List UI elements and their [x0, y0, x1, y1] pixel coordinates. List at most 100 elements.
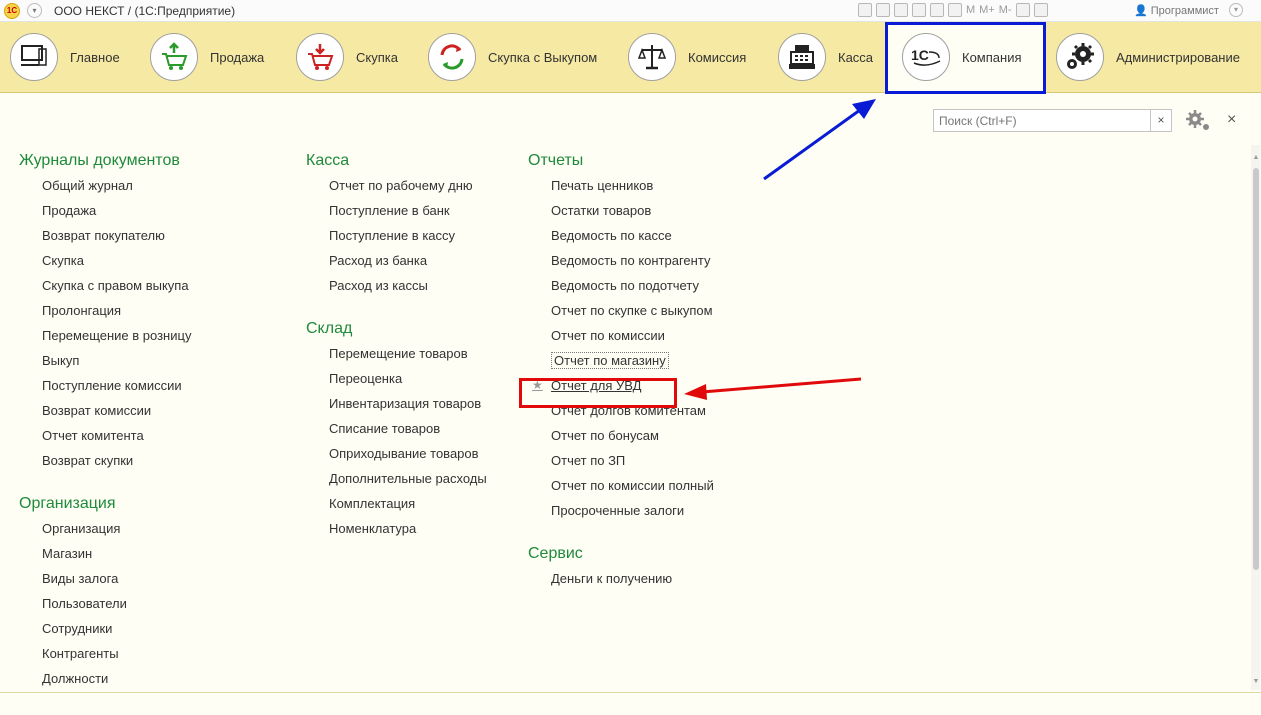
link-workday-report[interactable]: Отчет по рабочему дню — [306, 173, 487, 198]
memory-button[interactable]: M — [966, 3, 975, 19]
link-police-report[interactable]: ★ Отчет для УВД — [528, 373, 714, 398]
link-bank-receipt[interactable]: Поступление в банк — [306, 198, 487, 223]
settings-gear-icon[interactable] — [1185, 109, 1211, 133]
link-organization[interactable]: Организация — [19, 516, 191, 541]
section-commission[interactable]: Комиссия — [628, 22, 746, 92]
link-buyback-report[interactable]: Отчет по скупке с выкупом — [528, 298, 714, 323]
link-nomenclature[interactable]: Номенклатура — [306, 516, 487, 541]
link-price-tags[interactable]: Печать ценников — [528, 173, 714, 198]
section-label: Компания — [962, 49, 1022, 65]
link-commission-receipt[interactable]: Поступление комиссии — [19, 373, 191, 398]
link-posting[interactable]: Оприходывание товаров — [306, 441, 487, 466]
link-customer-return[interactable]: Возврат покупателю — [19, 223, 191, 248]
group-title-service: Сервис — [528, 545, 583, 562]
link-pledge-types[interactable]: Виды залога — [19, 566, 191, 591]
cash-register-icon — [778, 33, 826, 81]
link-shop-report[interactable]: Отчет по магазину — [528, 348, 714, 373]
link-cash-statement[interactable]: Ведомость по кассе — [528, 223, 714, 248]
link-bonus-report[interactable]: Отчет по бонусам — [528, 423, 714, 448]
group-title-organization: Организация — [19, 495, 116, 512]
section-cash[interactable]: Касса — [778, 22, 873, 92]
link-committent-debts[interactable]: Отчет долгов комитентам — [528, 398, 714, 423]
link-cash-receipt[interactable]: Поступление в кассу — [306, 223, 487, 248]
link-shop[interactable]: Магазин — [19, 541, 191, 566]
link-revaluation[interactable]: Переоценка — [306, 366, 487, 391]
link-prolongation[interactable]: Пролонгация — [19, 298, 191, 323]
title-bar: 1С ▾ ООО НЕКСТ / (1С:Предприятие) M M+ M… — [0, 0, 1261, 22]
search-clear-button[interactable]: × — [1150, 109, 1172, 132]
link-money-receivable[interactable]: Деньги к получению — [528, 566, 714, 591]
link-employees[interactable]: Сотрудники — [19, 616, 191, 641]
link-committent-report[interactable]: Отчет комитента — [19, 423, 191, 448]
link-commission-return[interactable]: Возврат комиссии — [19, 398, 191, 423]
link-commission-report[interactable]: Отчет по комиссии — [528, 323, 714, 348]
zoom-icon[interactable] — [1015, 3, 1030, 17]
section-sales[interactable]: Продажа — [150, 22, 264, 92]
scroll-down-icon[interactable]: ▼ — [1252, 678, 1260, 686]
section-label: Комиссия — [688, 49, 747, 65]
bottom-border — [0, 692, 1261, 693]
section-label: Продажа — [210, 49, 265, 65]
link-goods-transfer[interactable]: Перемещение товаров — [306, 341, 487, 366]
memory-minus-button[interactable]: M- — [999, 3, 1012, 19]
section-company[interactable]: 1C Компания — [888, 22, 1043, 92]
main-menu-icon[interactable]: ▾ — [27, 3, 42, 18]
group-title-reports: Отчеты — [528, 152, 584, 169]
save-icon[interactable] — [858, 3, 872, 17]
preview-icon[interactable] — [912, 3, 926, 17]
section-administration[interactable]: Администрирование — [1056, 22, 1240, 92]
link-general-journal[interactable]: Общий журнал — [19, 173, 191, 198]
link-overdue-pledges[interactable]: Просроченные залоги — [528, 498, 714, 523]
memory-plus-button[interactable]: M+ — [979, 3, 995, 19]
link-counterparty-statement[interactable]: Ведомость по контрагенту — [528, 248, 714, 273]
link-counterparties[interactable]: Контрагенты — [19, 641, 191, 666]
cart-up-icon — [150, 33, 198, 81]
app-logo-icon[interactable]: 1С — [4, 3, 20, 19]
section-purchase[interactable]: Скупка — [296, 22, 398, 92]
search-input[interactable] — [933, 109, 1151, 132]
cycle-arrows-icon — [428, 33, 476, 81]
section-label: Касса — [838, 49, 874, 65]
link-full-commission-report[interactable]: Отчет по комиссии полный — [528, 473, 714, 498]
link-inventory[interactable]: Инвентаризация товаров — [306, 391, 487, 416]
link-users[interactable]: Пользователи — [19, 591, 191, 616]
link-buyout[interactable]: Выкуп — [19, 348, 191, 373]
column-reports-service: Отчеты Печать ценников Остатки товаров В… — [528, 148, 714, 591]
link-purchase-buyback[interactable]: Скупка с правом выкупа — [19, 273, 191, 298]
link-police-report-label: Отчет для УВД — [551, 378, 642, 393]
blue-arrow-icon — [763, 99, 876, 181]
window-menu-icon[interactable]: ▾ — [1229, 3, 1243, 17]
window-icon[interactable] — [1033, 3, 1048, 17]
link-assembly[interactable]: Комплектация — [306, 491, 487, 516]
section-main[interactable]: Главное — [10, 22, 120, 92]
link-sales[interactable]: Продажа — [19, 198, 191, 223]
print-icon[interactable] — [876, 3, 890, 17]
section-purchase-buyback[interactable]: Скупка с Выкупом — [428, 22, 597, 92]
link-purchase[interactable]: Скупка — [19, 248, 191, 273]
scroll-up-icon[interactable]: ▲ — [1252, 154, 1260, 162]
calculator-icon[interactable] — [930, 3, 944, 17]
link-purchase-return[interactable]: Возврат скупки — [19, 448, 191, 473]
section-label: Администрирование — [1116, 49, 1240, 65]
gears-icon — [1056, 33, 1104, 81]
link-positions[interactable]: Должности — [19, 666, 191, 691]
scrollbar-thumb[interactable] — [1253, 168, 1259, 570]
close-button[interactable]: × — [1227, 111, 1236, 129]
computer-icon — [10, 33, 58, 81]
user-name[interactable]: 👤 Программист — [1134, 4, 1219, 17]
link-cash-expense[interactable]: Расход из кассы — [306, 273, 487, 298]
cart-down-icon — [296, 33, 344, 81]
link-accountable-statement[interactable]: Ведомость по подотчету — [528, 273, 714, 298]
section-label: Скупка с Выкупом — [488, 49, 598, 65]
link-bank-expense[interactable]: Расход из банка — [306, 248, 487, 273]
user-label: Программист — [1150, 5, 1219, 17]
group-title-warehouse: Склад — [306, 320, 353, 337]
link-extra-expenses[interactable]: Дополнительные расходы — [306, 466, 487, 491]
link-salary-report[interactable]: Отчет по ЗП — [528, 448, 714, 473]
window-title: ООО НЕКСТ / (1С:Предприятие) — [54, 4, 236, 18]
link-write-off[interactable]: Списание товаров — [306, 416, 487, 441]
link-stock-balance[interactable]: Остатки товаров — [528, 198, 714, 223]
calendar-icon[interactable] — [948, 3, 962, 17]
attach-icon[interactable] — [894, 3, 908, 17]
link-retail-transfer[interactable]: Перемещение в розницу — [19, 323, 191, 348]
